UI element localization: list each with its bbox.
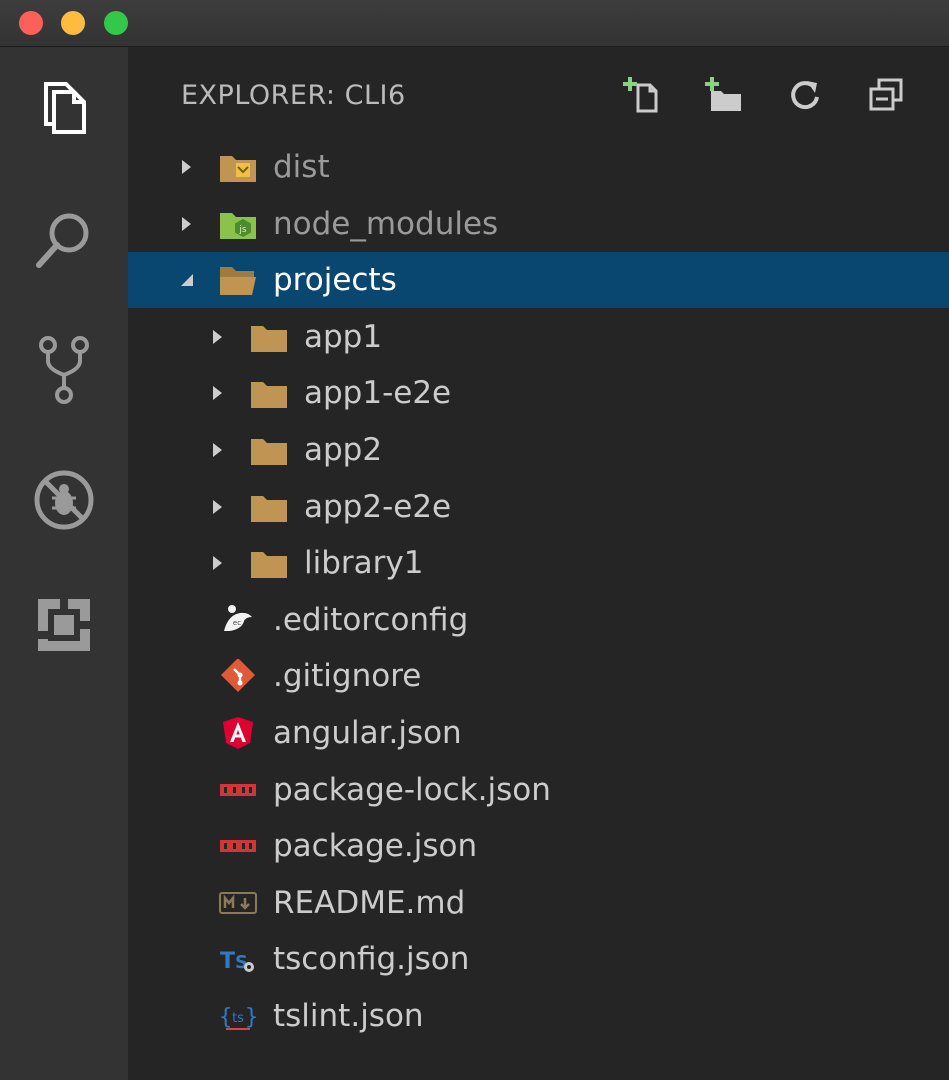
tree-file-tsconfig-json[interactable]: T S tsconfig.json — [128, 931, 949, 987]
vscode-window: EXPLORER: CLI6 dist js node_modules proj… — [0, 0, 949, 1080]
maximize-window-button[interactable] — [104, 11, 128, 35]
extensions-activity-button[interactable] — [29, 590, 99, 660]
tree-folder-projects[interactable]: projects — [128, 252, 949, 309]
tree-item-label: library1 — [304, 545, 424, 582]
tree-item-label: tslint.json — [273, 998, 424, 1034]
folder-icon — [249, 433, 289, 467]
chevron-down-icon[interactable] — [176, 270, 196, 290]
debug-activity-button[interactable] — [29, 465, 99, 535]
activity-bar — [0, 47, 128, 1080]
tree-folder-app2-e2e[interactable]: app2-e2e — [128, 479, 949, 535]
folder-icon — [249, 320, 289, 354]
tree-file-package-json[interactable]: package.json — [128, 818, 949, 874]
explorer-title: EXPLORER: CLI6 — [181, 80, 406, 111]
tree-folder-app1[interactable]: app1 — [128, 309, 949, 365]
tree-item-label: app1 — [304, 318, 383, 355]
close-window-button[interactable] — [19, 11, 43, 35]
svg-text:T: T — [220, 949, 235, 974]
git-icon — [218, 659, 258, 693]
tree-file-README-md[interactable]: README.md — [128, 875, 949, 931]
new-folder-icon — [705, 77, 741, 111]
folder-icon — [249, 546, 289, 580]
tree-folder-dist[interactable]: dist — [128, 139, 949, 195]
folder-icon — [249, 490, 289, 524]
npm-icon — [218, 773, 258, 807]
editorconfig-icon: ec — [218, 603, 258, 637]
tree-item-label: dist — [273, 149, 330, 185]
npm-icon — [218, 829, 258, 863]
tree-item-label: angular.json — [273, 715, 462, 751]
source-control-icon — [39, 336, 89, 404]
tree-item-label: app1-e2e — [304, 375, 452, 412]
debug-icon — [34, 470, 94, 530]
search-activity-button[interactable] — [29, 205, 99, 275]
tree-item-label: package.json — [273, 828, 478, 865]
tree-item-label: .gitignore — [273, 658, 422, 695]
tree-file-dot-gitignore[interactable]: .gitignore — [128, 648, 949, 704]
title-bar — [0, 0, 949, 47]
explorer-header: EXPLORER: CLI6 — [128, 47, 949, 143]
node-folder-icon: js — [218, 207, 258, 241]
folder-icon — [249, 376, 289, 410]
minimize-window-button[interactable] — [61, 11, 85, 35]
chevron-right-icon[interactable] — [207, 440, 227, 460]
svg-text:ts: ts — [232, 1011, 244, 1026]
tree-folder-node_modules[interactable]: js node_modules — [128, 196, 949, 252]
angular-icon — [218, 716, 258, 750]
tree-item-label: tsconfig.json — [273, 941, 470, 978]
svg-text:}: } — [245, 1005, 258, 1030]
svg-text:{: { — [219, 1005, 232, 1030]
tree-folder-library1[interactable]: library1 — [128, 535, 949, 591]
collapse-all-button[interactable] — [862, 71, 910, 119]
markdown-icon — [218, 886, 258, 920]
new-file-icon — [623, 77, 658, 113]
dist-folder-icon — [218, 150, 258, 184]
tree-file-tslint-json[interactable]: {} ts tslint.json — [128, 988, 949, 1044]
svg-text:js: js — [238, 225, 247, 235]
tree-item-label: .editorconfig — [273, 601, 469, 638]
svg-text:ec: ec — [233, 619, 241, 627]
chevron-right-icon[interactable] — [207, 553, 227, 573]
tree-file-dot-editorconfig[interactable]: ec .editorconfig — [128, 592, 949, 648]
chevron-right-icon[interactable] — [207, 327, 227, 347]
tslint-icon: {} ts — [218, 999, 258, 1033]
new-folder-button[interactable] — [700, 71, 748, 119]
extensions-icon — [38, 599, 90, 651]
tree-file-package-lock-json[interactable]: package-lock.json — [128, 762, 949, 818]
chevron-right-icon[interactable] — [176, 157, 196, 177]
open-folder-icon — [218, 263, 258, 297]
chevron-right-icon[interactable] — [207, 497, 227, 517]
search-icon — [36, 213, 89, 268]
explorer-activity-button[interactable] — [29, 72, 99, 142]
tsconfig-icon: TS — [218, 942, 258, 976]
tree-folder-app1-e2e[interactable]: app1-e2e — [128, 365, 949, 421]
explorer-sidebar: EXPLORER: CLI6 dist js node_modules proj… — [128, 47, 949, 1080]
collapse-all-icon — [869, 78, 903, 111]
new-file-button[interactable] — [618, 71, 666, 119]
files-icon — [44, 82, 86, 134]
chevron-right-icon[interactable] — [176, 214, 196, 234]
tree-item-label: app2-e2e — [304, 488, 452, 525]
chevron-right-icon[interactable] — [207, 383, 227, 403]
refresh-button[interactable] — [781, 71, 829, 119]
tree-item-label: projects — [273, 262, 397, 299]
tree-item-label: node_modules — [273, 205, 499, 242]
tree-item-label: app2 — [304, 432, 383, 468]
tree-item-label: package-lock.json — [273, 771, 551, 808]
source-control-activity-button[interactable] — [29, 335, 99, 405]
tree-item-label: README.md — [273, 884, 466, 921]
tree-folder-app2[interactable]: app2 — [128, 422, 949, 478]
tree-file-angular-json[interactable]: angular.json — [128, 705, 949, 761]
refresh-icon — [791, 81, 819, 110]
